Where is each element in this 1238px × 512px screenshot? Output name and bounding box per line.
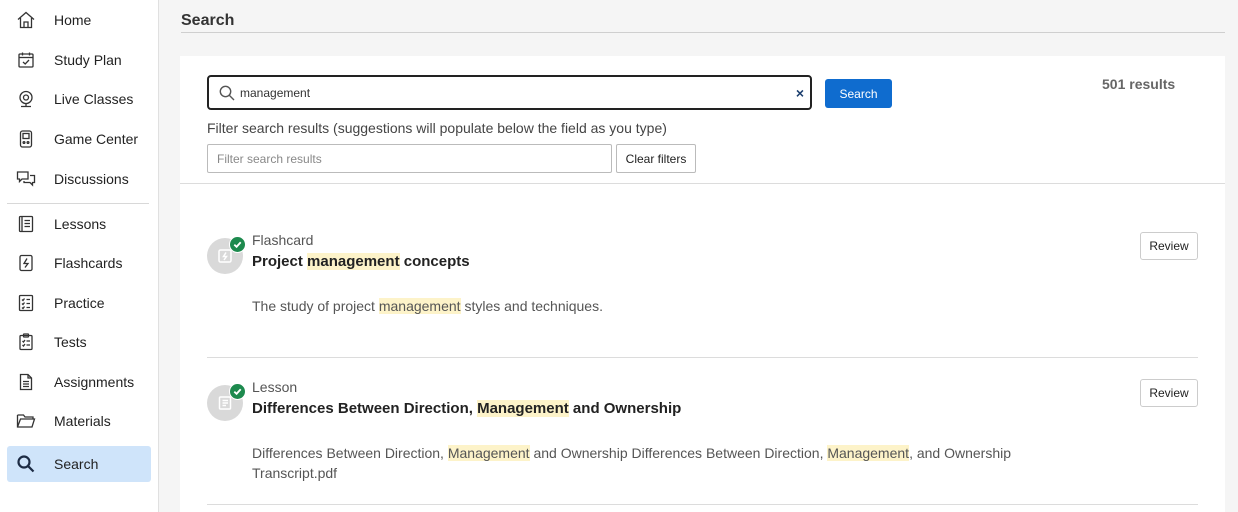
title-text: Differences Between Direction, (252, 400, 478, 417)
sidebar-item-label: Discussions (54, 171, 129, 187)
title-text: and Ownership (568, 400, 682, 417)
completed-check-icon (229, 383, 246, 400)
title-text: Project (252, 253, 308, 270)
filter-input[interactable] (207, 144, 612, 173)
desc-text: styles and techniques. (460, 298, 603, 314)
desc-text: and Ownership Differences Between Direct… (529, 445, 828, 461)
page-title: Search (181, 12, 235, 29)
highlight-term: Management (827, 445, 910, 461)
desc-text: The study of project (252, 298, 379, 314)
sidebar-item-game-center[interactable]: Game Center (7, 121, 151, 157)
sidebar-divider (7, 203, 149, 204)
highlight-term: Management (447, 445, 530, 461)
search-icon (16, 454, 36, 474)
sidebar-item-tests[interactable]: Tests (7, 324, 151, 360)
result-title[interactable]: Project management concepts (252, 253, 470, 270)
flashcard-icon (16, 253, 36, 273)
desc-text: Differences Between Direction, (252, 445, 448, 461)
sidebar-item-label: Flashcards (54, 255, 123, 271)
clipboard-icon (16, 332, 36, 352)
highlight-term: management (378, 298, 461, 314)
filter-label: Filter search results (suggestions will … (207, 120, 667, 136)
home-icon (16, 10, 36, 30)
sidebar-item-live-classes[interactable]: Live Classes (7, 81, 151, 117)
title-text: concepts (399, 253, 470, 270)
result-type: Lesson (252, 379, 298, 395)
chat-bubbles-icon (16, 169, 36, 189)
sidebar-item-label: Game Center (54, 131, 139, 147)
search-icon (218, 84, 236, 102)
result-count: 501 results (1102, 76, 1176, 92)
sidebar-item-home[interactable]: Home (7, 2, 151, 38)
sidebar-item-lessons[interactable]: Lessons (7, 206, 151, 242)
checklist-icon (16, 293, 36, 313)
panel-divider (180, 183, 1225, 184)
sidebar-item-label: Home (54, 12, 92, 28)
result-divider (207, 504, 1198, 505)
highlight-term: management (307, 253, 400, 270)
result-divider (207, 357, 1198, 358)
search-box: × (207, 75, 812, 110)
clear-search-icon[interactable]: × (796, 84, 804, 102)
result-type: Flashcard (252, 232, 314, 248)
sidebar: Home Study Plan Live Classes Game Center… (0, 0, 159, 512)
result-title[interactable]: Differences Between Direction, Managemen… (252, 400, 681, 417)
sidebar-item-label: Study Plan (54, 52, 122, 68)
review-button[interactable]: Review (1140, 379, 1198, 407)
sidebar-item-study-plan[interactable]: Study Plan (7, 42, 151, 78)
title-divider (181, 32, 1225, 33)
clear-filters-button[interactable]: Clear filters (616, 144, 696, 173)
sidebar-item-discussions[interactable]: Discussions (7, 161, 151, 197)
book-icon (16, 214, 36, 234)
sidebar-item-label: Practice (54, 295, 105, 311)
result-description: The study of project management styles a… (252, 296, 1072, 316)
result-description: Differences Between Direction, Managemen… (252, 443, 1072, 483)
sidebar-item-label: Search (54, 456, 99, 472)
folder-icon (16, 411, 36, 431)
search-panel: × Search 501 results Filter search resul… (180, 56, 1225, 512)
sidebar-item-label: Tests (54, 334, 87, 350)
sidebar-item-label: Assignments (54, 374, 135, 390)
search-button[interactable]: Search (825, 79, 892, 108)
sidebar-item-label: Live Classes (54, 91, 134, 107)
game-controller-icon (16, 129, 36, 149)
sidebar-item-label: Materials (54, 413, 111, 429)
sidebar-item-flashcards[interactable]: Flashcards (7, 245, 151, 281)
sidebar-item-label: Lessons (54, 216, 107, 232)
search-input[interactable] (240, 83, 780, 103)
webcam-icon (16, 89, 36, 109)
highlight-term: Management (477, 400, 569, 417)
sidebar-item-assignments[interactable]: Assignments (7, 364, 151, 400)
calendar-check-icon (16, 50, 36, 70)
sidebar-item-materials[interactable]: Materials (7, 403, 151, 439)
sidebar-item-search[interactable]: Search (7, 446, 151, 482)
document-icon (16, 372, 36, 392)
completed-check-icon (229, 236, 246, 253)
review-button[interactable]: Review (1140, 232, 1198, 260)
sidebar-item-practice[interactable]: Practice (7, 285, 151, 321)
